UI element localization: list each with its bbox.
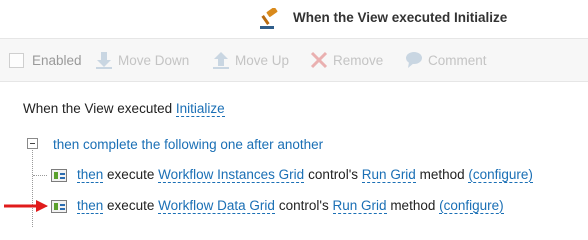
group-text: then complete the following one after an…: [53, 137, 324, 152]
action-icon: [51, 200, 67, 213]
tree-connector: [32, 150, 34, 227]
comment-button[interactable]: Comment: [404, 39, 487, 81]
remove-icon: [310, 51, 328, 69]
toolbar: Enabled Move Down Move Up Remove Comment: [0, 38, 588, 82]
move-up-button[interactable]: Move Up: [211, 39, 289, 81]
trigger-event-link[interactable]: Initialize: [175, 101, 225, 117]
enabled-checkbox[interactable]: [9, 52, 24, 68]
move-up-icon: [213, 52, 229, 69]
group-line[interactable]: then complete the following one after an…: [53, 136, 323, 154]
trigger-line: When the View executed Initialize: [23, 100, 225, 118]
control-link[interactable]: Workflow Instances Grid: [158, 167, 305, 183]
method-link[interactable]: Run Grid: [332, 198, 387, 214]
comment-icon: [406, 52, 422, 68]
remove-button[interactable]: Remove: [309, 39, 383, 81]
then-link[interactable]: then: [77, 198, 104, 214]
rule-body: When the View executed Initialize then c…: [0, 82, 588, 227]
gavel-icon: [260, 8, 278, 29]
execute-text: execute: [107, 167, 155, 182]
configure-link[interactable]: (configure): [439, 198, 504, 214]
control-suffix: control's: [308, 167, 359, 182]
red-arrow-icon: [4, 200, 48, 212]
method-suffix: method: [390, 198, 436, 213]
configure-link[interactable]: (configure): [468, 167, 533, 183]
trigger-prefix: When the View executed: [23, 101, 173, 116]
move-down-icon: [96, 52, 112, 69]
rule-title: When the View executed Initialize: [293, 10, 508, 25]
move-down-label: Move Down: [118, 52, 190, 68]
method-link[interactable]: Run Grid: [361, 167, 416, 183]
comment-label: Comment: [428, 52, 487, 68]
action-line: then execute Workflow Instances Grid cont…: [77, 166, 533, 184]
tree-branch: [33, 175, 47, 177]
action-icon: [51, 169, 67, 182]
action-line: then execute Workflow Data Grid control's…: [77, 197, 504, 215]
remove-label: Remove: [333, 52, 384, 68]
rule-header: When the View executed Initialize: [0, 0, 588, 38]
then-link[interactable]: then: [77, 167, 104, 183]
control-suffix: control's: [278, 198, 329, 213]
execute-text: execute: [107, 198, 155, 213]
move-down-button[interactable]: Move Down: [94, 39, 189, 81]
enabled-label: Enabled: [32, 52, 82, 68]
enabled-toggle[interactable]: Enabled: [9, 39, 82, 81]
control-link[interactable]: Workflow Data Grid: [158, 198, 275, 214]
move-up-label: Move Up: [235, 52, 290, 68]
method-suffix: method: [419, 167, 465, 182]
collapse-toggle-icon[interactable]: [27, 138, 38, 149]
